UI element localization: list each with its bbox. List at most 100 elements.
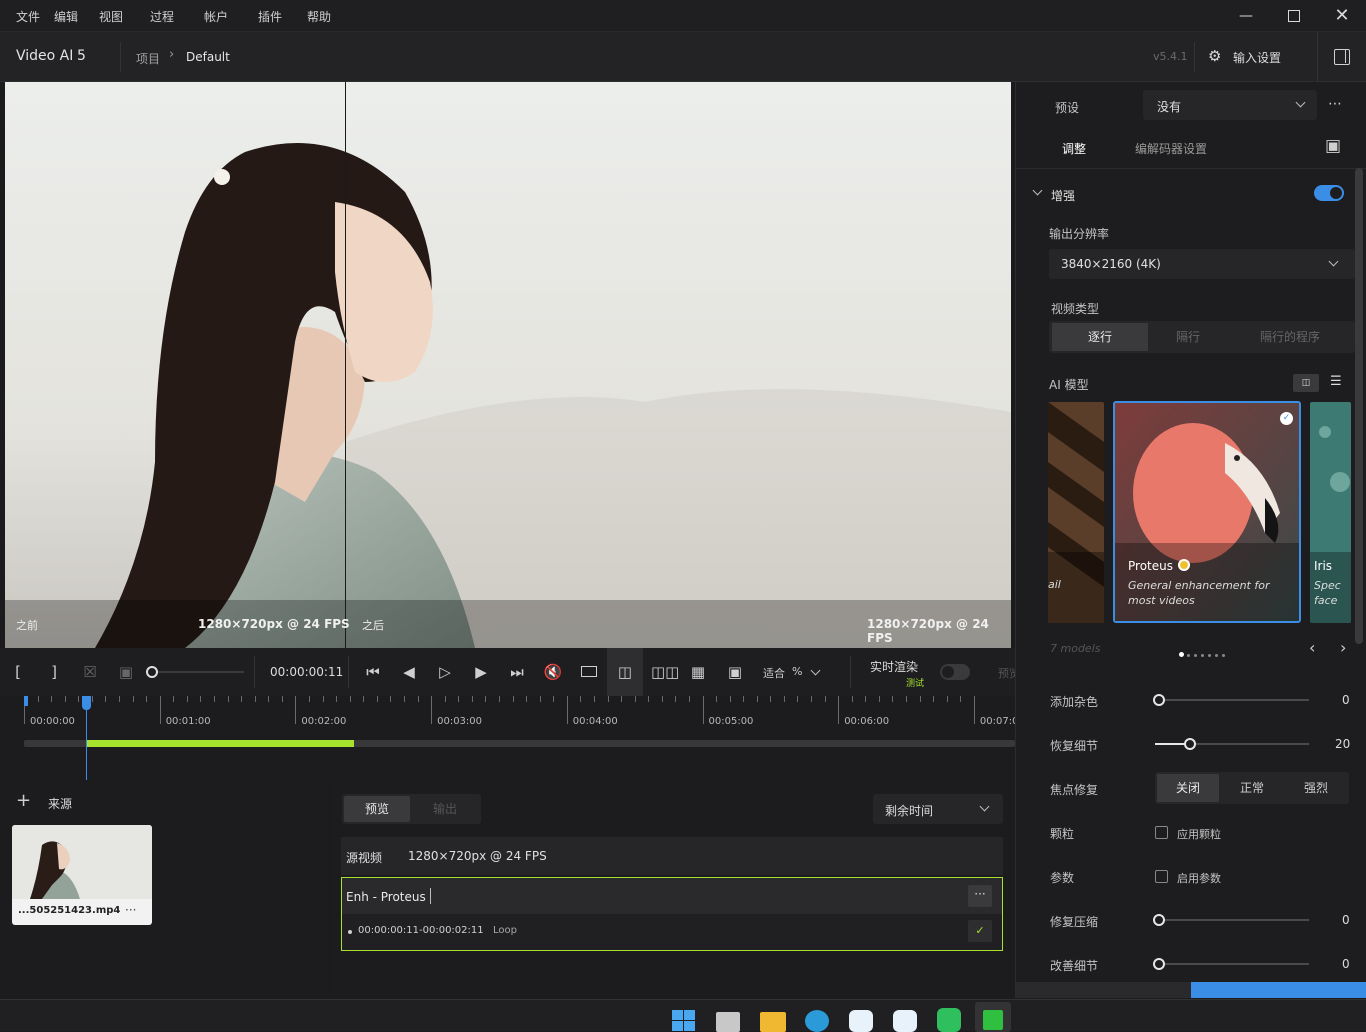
ab-compare-icon[interactable]: ▦	[688, 662, 708, 682]
panel-scrollbar[interactable]	[1355, 168, 1363, 644]
breadcrumb-root[interactable]: 项目	[136, 50, 160, 67]
panel-toggle-icon[interactable]	[1334, 49, 1350, 65]
tab-codec-settings[interactable]: 编解码器设置	[1135, 140, 1207, 157]
model-card-left[interactable]: ail	[1048, 402, 1104, 623]
single-view-icon[interactable]	[579, 662, 599, 682]
app-icon-cloud[interactable]	[849, 1010, 873, 1032]
step-forward-icon[interactable]: ▶	[471, 662, 491, 682]
menu-account[interactable]: 帐户	[204, 8, 228, 25]
timeline-tick-label: 00:03:00	[437, 716, 483, 727]
zoom-label[interactable]: 适合	[763, 665, 785, 681]
start-icon[interactable]	[672, 1010, 696, 1032]
skip-end-icon[interactable]: ⏭	[507, 662, 527, 682]
input-settings-button[interactable]: ⚙ 输入设置	[1208, 47, 1308, 67]
video-type-interlaced[interactable]: 隔行	[1148, 323, 1228, 351]
mark-out-icon[interactable]: ]	[44, 662, 64, 682]
skip-start-icon[interactable]: ⏮	[363, 662, 383, 682]
edge-icon[interactable]	[805, 1010, 829, 1032]
grid-view-icon[interactable]: ◫	[1293, 374, 1319, 392]
crop-icon[interactable]: ▣	[1325, 136, 1341, 156]
scrub-knob[interactable]	[146, 666, 158, 678]
breadcrumb-current: Default	[186, 50, 230, 64]
app-icon-cloud-2[interactable]	[893, 1010, 917, 1032]
close-icon[interactable]: ✕	[1332, 6, 1352, 26]
zoom-fit-icon[interactable]: ▣	[116, 662, 136, 682]
model-card-proteus[interactable]: ✓ Proteus General enhancement for most v…	[1113, 401, 1301, 623]
mute-icon[interactable]: 🔇	[543, 662, 563, 682]
aspect-icon[interactable]: ▣	[725, 662, 745, 682]
carousel-prev-icon[interactable]: ‹	[1309, 638, 1315, 657]
add-noise-knob[interactable]	[1153, 694, 1165, 706]
job-title[interactable]: Enh - Proteus	[346, 890, 426, 904]
compare-divider[interactable]	[345, 82, 346, 648]
timeline[interactable]: 00:00:00 00:01:00 00:02:00 00:03:00 00:04:00…	[0, 696, 1018, 780]
tab-output[interactable]: 输出	[412, 796, 478, 822]
realtime-toggle[interactable]	[940, 664, 970, 680]
recover-detail-knob[interactable]	[1184, 738, 1196, 750]
version-label: v5.4.1	[1153, 50, 1188, 63]
media-app-icon[interactable]	[937, 1008, 961, 1032]
task-view-icon[interactable]	[716, 1012, 740, 1032]
timeline-minor-tick	[64, 696, 66, 702]
menu-process[interactable]: 过程	[150, 8, 174, 25]
video-preview[interactable]: 之前 1280×720px @ 24 FPS 之后 1280×720px @ 2…	[5, 82, 1011, 648]
preset-dropdown[interactable]: 没有	[1143, 90, 1317, 120]
menu-file[interactable]: 文件	[16, 8, 40, 25]
menu-help[interactable]: 帮助	[307, 8, 331, 25]
preview-button[interactable]: 预览	[998, 665, 1015, 681]
export-button[interactable]	[1191, 982, 1366, 998]
video-type-interlaced-progressive[interactable]: 隔行的程序	[1228, 323, 1352, 351]
job-card[interactable]: Enh - Proteus ··· 00:00:00:11-00:00:02:1…	[341, 877, 1003, 951]
step-back-icon[interactable]: ◀	[399, 662, 419, 682]
improve-detail-knob[interactable]	[1153, 958, 1165, 970]
source-more-button[interactable]: ···	[125, 903, 136, 917]
timecode[interactable]: 00:00:00:11	[270, 665, 343, 679]
focus-fix-off[interactable]: 关闭	[1157, 774, 1219, 802]
chevron-down-icon[interactable]	[810, 665, 821, 676]
timeline-minor-tick	[376, 696, 378, 702]
menu-view[interactable]: 视图	[99, 8, 123, 25]
title-bar: Video AI 5 项目 › Default v5.4.1 ⚙ 输入设置	[0, 32, 1366, 82]
focus-fix-normal[interactable]: 正常	[1221, 774, 1283, 802]
check-icon[interactable]: ✓	[968, 920, 992, 942]
more-icon[interactable]: ⋯	[1328, 96, 1342, 112]
playhead-handle[interactable]	[82, 696, 91, 710]
params-checkbox-label[interactable]: 启用参数	[1177, 870, 1221, 886]
split-view-button[interactable]: ◫	[607, 648, 643, 696]
grain-checkbox[interactable]	[1155, 826, 1168, 839]
tab-adjust[interactable]: 调整	[1062, 140, 1086, 157]
focus-fix-strong[interactable]: 强烈	[1285, 774, 1347, 802]
minimize-icon[interactable]: —	[1236, 6, 1256, 26]
timeline-ruler[interactable]: 00:00:00 00:01:00 00:02:00 00:03:00 00:04:00…	[24, 696, 1018, 728]
carousel-dots[interactable]	[1179, 646, 1225, 660]
model-card-iris[interactable]: Iris Spec face	[1310, 402, 1351, 623]
video-type-progressive[interactable]: 逐行	[1052, 323, 1148, 351]
clear-marks-icon[interactable]: ☒	[80, 662, 100, 682]
menu-plugins[interactable]: 插件	[258, 8, 282, 25]
menu-edit[interactable]: 编辑	[54, 8, 78, 25]
params-checkbox[interactable]	[1155, 870, 1168, 883]
output-resolution-dropdown[interactable]: 3840×2160 (4K)	[1049, 249, 1355, 279]
tab-preview[interactable]: 预览	[344, 796, 410, 822]
file-explorer-icon[interactable]	[760, 1012, 786, 1032]
sort-dropdown[interactable]: 剩余时间	[873, 794, 1003, 824]
enhance-toggle[interactable]	[1314, 185, 1344, 201]
maximize-icon[interactable]	[1284, 6, 1304, 26]
job-more-button[interactable]: ···	[968, 885, 992, 907]
fix-compression-label: 修复压缩	[1050, 915, 1099, 929]
timeline-track[interactable]	[24, 740, 1015, 747]
video-ai-task-button[interactable]	[975, 1002, 1011, 1032]
source-card[interactable]: ...505251423.mp4 ···	[12, 825, 152, 925]
plus-icon[interactable]: +	[16, 790, 31, 811]
in-marker[interactable]	[24, 696, 28, 706]
scrub-track[interactable]	[158, 671, 244, 673]
fix-compression-knob[interactable]	[1153, 914, 1165, 926]
grain-checkbox-label[interactable]: 应用颗粒	[1177, 826, 1221, 842]
mark-in-icon[interactable]: [	[8, 662, 28, 682]
list-view-icon[interactable]: ☰	[1330, 374, 1342, 389]
carousel-next-icon[interactable]: ›	[1340, 638, 1346, 657]
side-by-side-icon[interactable]: ◫◫	[651, 662, 679, 682]
play-icon[interactable]: ▷	[435, 662, 455, 682]
collapse-chevron-icon[interactable]	[1032, 185, 1043, 196]
timeline-minor-tick	[607, 696, 609, 702]
